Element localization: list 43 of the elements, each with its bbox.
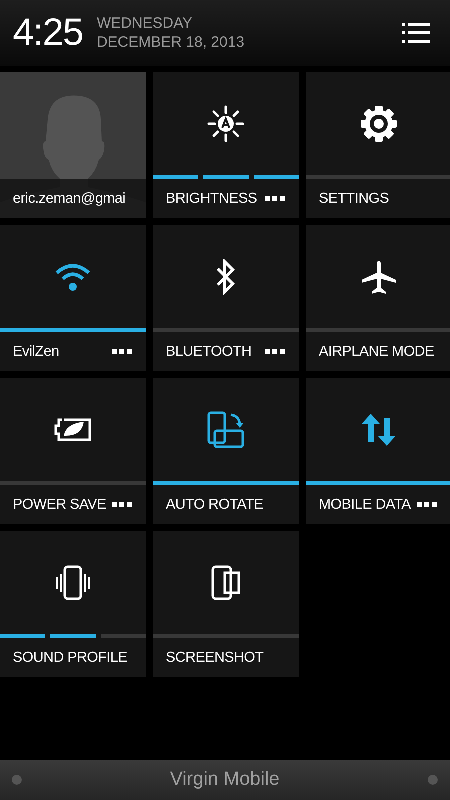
wifi-icon <box>55 262 91 292</box>
tile-label: AUTO ROTATE <box>166 496 264 512</box>
clock-time: 4:25 <box>13 12 83 54</box>
tile-label: MOBILE DATA <box>319 496 412 512</box>
more-icon[interactable] <box>265 196 285 201</box>
more-icon[interactable] <box>112 349 132 354</box>
leaf-battery-icon <box>54 418 92 442</box>
tile-label: POWER SAVE <box>13 496 106 512</box>
tile-label: SCREENSHOT <box>166 650 264 666</box>
date: DECEMBER 18, 2013 <box>96 33 245 52</box>
quick-setting-tile[interactable]: BRIGHTNESS <box>153 72 299 218</box>
quick-setting-tile[interactable]: MOBILE DATA <box>306 378 450 524</box>
weekday: WEDNESDAY <box>96 14 194 33</box>
up-down-arrows-icon <box>360 414 396 446</box>
quick-setting-tile[interactable]: AUTO ROTATE <box>153 378 299 524</box>
quick-setting-tile[interactable]: EvilZen <box>0 225 146 371</box>
handle-dot-icon[interactable] <box>12 775 22 785</box>
quick-setting-tile[interactable]: BLUETOOTH <box>153 225 299 371</box>
quick-setting-tile[interactable]: SOUND PROFILE <box>0 531 146 677</box>
tile-label: SETTINGS <box>319 190 390 206</box>
tile-label: SOUND PROFILE <box>13 650 128 666</box>
quick-setting-tile[interactable]: POWER SAVE <box>0 378 146 524</box>
tile-label: BLUETOOTH <box>166 344 252 360</box>
account-tile[interactable]: eric.zeman@gmai <box>0 72 146 218</box>
account-email: eric.zeman@gmai <box>13 190 126 206</box>
airplane-icon <box>360 258 396 294</box>
quick-setting-tile[interactable]: SETTINGS <box>306 72 450 218</box>
brightness-icon <box>207 104 245 142</box>
more-icon[interactable] <box>265 349 285 354</box>
quick-setting-tile[interactable]: AIRPLANE MODE <box>306 225 450 371</box>
quick-setting-tile[interactable]: SCREENSHOT <box>153 531 299 677</box>
handle-dot-icon[interactable] <box>428 775 438 785</box>
tile-label: AIRPLANE MODE <box>319 344 434 360</box>
tile-label: EvilZen <box>13 344 60 360</box>
more-icon[interactable] <box>112 502 132 507</box>
screenshot-icon <box>211 564 241 600</box>
menu-icon[interactable] <box>402 22 430 44</box>
more-icon[interactable] <box>417 502 437 507</box>
rotate-screen-icon <box>207 410 245 448</box>
vibrating-phone-icon <box>55 564 91 600</box>
carrier-name: Virgin Mobile <box>170 769 280 791</box>
bluetooth-icon <box>216 258 236 294</box>
tile-label: BRIGHTNESS <box>166 190 258 206</box>
